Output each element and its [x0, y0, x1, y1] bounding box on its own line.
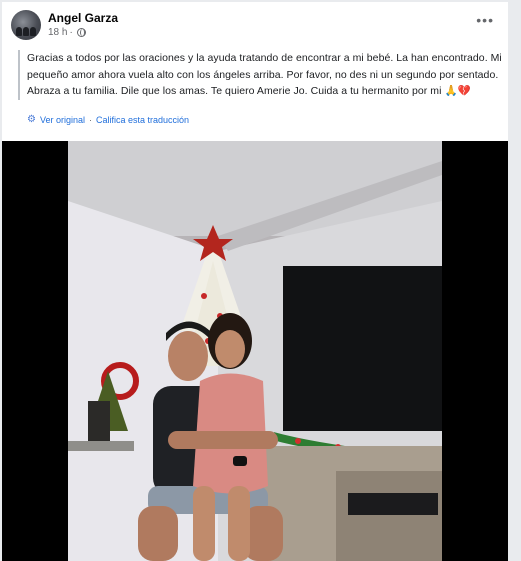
man-leg: [138, 506, 178, 561]
post-meta: 18 h ·: [48, 27, 86, 38]
arms: [168, 431, 278, 449]
stand-shelf: [336, 471, 442, 561]
lamp: [88, 401, 110, 441]
translation-bar: ⚙ Ver original · Califica esta traducció…: [27, 114, 189, 125]
garland-ornament: [295, 438, 301, 444]
girl-leg: [228, 486, 250, 561]
author-name[interactable]: Angel Garza: [48, 11, 118, 25]
girl-leg: [193, 486, 215, 561]
rate-translation-link[interactable]: Califica esta traducción: [96, 115, 189, 125]
man-face: [168, 331, 208, 381]
side-table: [68, 441, 134, 451]
translate-separator: ·: [89, 114, 92, 125]
post-timestamp[interactable]: 18 h: [48, 27, 67, 38]
gear-icon[interactable]: ⚙: [27, 114, 36, 125]
post-message: Gracias a todos por las oraciones y la a…: [18, 50, 507, 100]
post-header: Angel Garza 18 h · •••: [2, 2, 508, 42]
television: [283, 266, 442, 431]
watch: [233, 456, 247, 466]
ornament: [201, 293, 207, 299]
post-photo[interactable]: [2, 141, 508, 561]
dvd-player: [348, 493, 438, 515]
globe-icon[interactable]: [76, 28, 86, 37]
post-card: Angel Garza 18 h · ••• Gracias a todos p…: [2, 2, 508, 561]
author-avatar[interactable]: [11, 10, 41, 40]
photo-illustration: [68, 141, 442, 561]
girl-face: [215, 330, 245, 368]
see-original-link[interactable]: Ver original: [40, 115, 85, 125]
meta-separator: ·: [69, 27, 73, 38]
more-options-button[interactable]: •••: [476, 12, 494, 28]
photo-image[interactable]: [68, 141, 442, 561]
